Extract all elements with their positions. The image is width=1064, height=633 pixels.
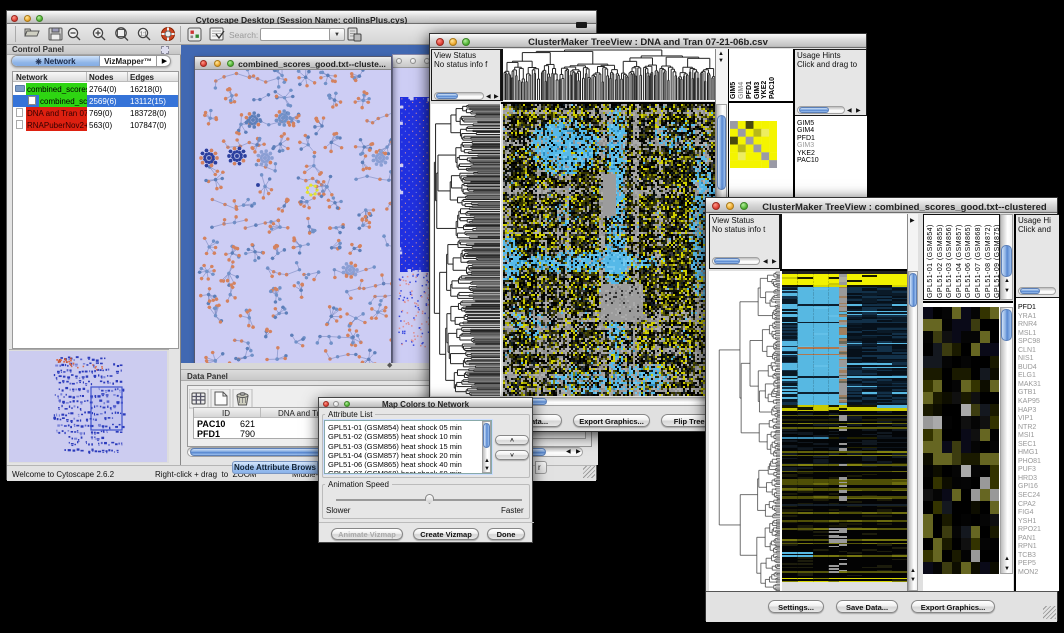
- svg-text:1:1: 1:1: [140, 32, 147, 38]
